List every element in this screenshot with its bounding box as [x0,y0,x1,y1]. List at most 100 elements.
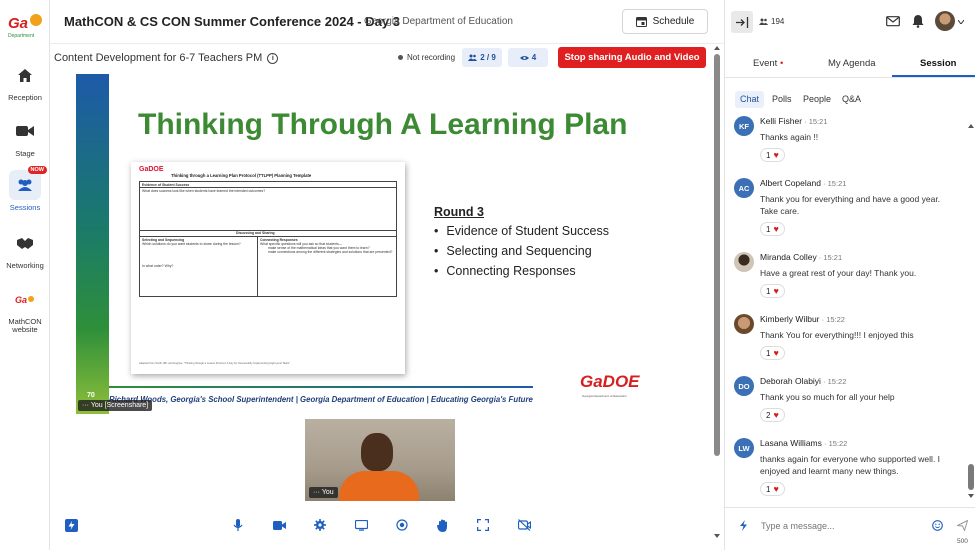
slide-footer-text: Richard Woods, Georgia's School Superint… [109,395,533,404]
subtab-people[interactable]: People [798,91,836,108]
collapse-panel-button[interactable] [731,11,753,33]
heart-reaction[interactable]: 2 ♥ [760,408,785,422]
heart-icon: ♥ [773,150,779,160]
gadoe-logo[interactable]: Ga Department [6,8,44,40]
presenter-body [339,471,419,501]
presenter-head [361,433,393,471]
subtab-chat[interactable]: Chat [735,91,765,108]
info-icon[interactable]: i [267,52,279,64]
doc-title: Thinking through a Learning Plan Protoco… [171,173,312,178]
avatar[interactable]: LW [734,438,754,458]
recording-status-text: Not recording [407,53,456,62]
message-time: 15:21 [823,253,843,262]
heart-reaction[interactable]: 1 ♥ [760,284,785,298]
nav-sessions[interactable]: NOW Sessions [0,166,50,212]
attendee-count-value: 194 [771,17,785,26]
heart-reaction[interactable]: 1 ♥ [760,222,785,236]
nav-reception[interactable]: Reception [0,60,50,102]
avatar[interactable]: DO [734,376,754,396]
doc-connect-bullet: make connections among the different str… [268,250,393,254]
raise-hand-icon[interactable] [435,518,449,532]
lightning-icon[interactable] [739,520,748,531]
avatar[interactable]: AC [734,178,754,198]
scroll-down-arrow-icon[interactable] [968,494,974,498]
eye-icon [519,55,529,60]
viewers-pill[interactable]: 4 [508,48,548,67]
app-window: Ga Department Reception Stage NOW Sessio… [0,0,975,550]
tab-session[interactable]: Session [920,58,956,69]
scroll-down-arrow-icon[interactable] [714,534,720,538]
camera-icon[interactable] [272,518,286,532]
doc-footnote: Adapted from Smith, Bill, and Hughes, "T… [139,362,291,365]
settings-gear-icon[interactable] [313,518,327,532]
heart-icon: ♥ [773,484,779,494]
record-dot-icon [398,55,403,60]
scroll-up-arrow-icon[interactable] [714,46,720,50]
mail-icon[interactable] [886,14,900,28]
author-name: Miranda Colley [760,252,817,262]
chat-message: AC Albert Copeland · 15:21 Thank you for… [725,174,965,242]
webcam-tile[interactable]: ··· You [305,419,455,501]
avatar[interactable] [734,252,754,272]
participants-pill[interactable]: 2 / 9 [462,48,502,67]
message-time: 15:22 [828,439,848,448]
media-toolbar [50,513,724,537]
unread-dot: • [779,58,784,69]
chat-message: KF Kelli Fisher · 15:21 Thanks again !! … [725,112,965,168]
chat-scrollbar-thumb[interactable] [968,464,974,490]
top-header: MathCON & CS CON Summer Conference 2024 … [50,0,724,44]
emoji-icon[interactable] [932,520,943,531]
tab-event[interactable]: Event • [753,58,783,69]
send-icon[interactable] [957,520,968,531]
lightning-icon[interactable] [64,518,78,532]
avatar[interactable]: KF [734,116,754,136]
doc-select-text: Which solutions do you want students to … [142,242,241,246]
screen-share-icon[interactable] [354,518,368,532]
nav-label: Reception [8,93,42,102]
message-text: Thank you for everything and have a good… [760,194,941,216]
microphone-icon[interactable] [231,518,245,532]
fullscreen-icon[interactable] [476,518,490,532]
chevron-down-icon[interactable] [958,20,964,24]
doc-table: Evidence of Student Success What does su… [139,181,397,297]
chat-scrollbar[interactable] [967,118,975,502]
doc-select-order: In what order? Why? [142,264,174,268]
notification-bell-icon[interactable] [911,14,925,28]
right-panel-header: 194 [725,0,975,44]
chat-messages[interactable]: KF Kelli Fisher · 15:21 Thanks again !! … [725,112,965,504]
main-scrollbar[interactable] [713,44,721,544]
video-off-icon[interactable] [517,518,531,532]
chat-message-input[interactable] [761,517,921,535]
nav-mathcon-website[interactable]: Ga MathCON website [0,284,50,334]
screenshare-slide: Thinking Through A Learning Plan GaDOE T… [76,74,713,414]
heart-reaction[interactable]: 1 ♥ [760,148,785,162]
stop-sharing-button[interactable]: Stop sharing Audio and Video [558,47,706,68]
message-text: Thanks again !! [760,132,819,142]
main-scrollbar-thumb[interactable] [714,54,720,456]
attendee-count[interactable]: 194 [759,17,784,26]
schedule-button[interactable]: Schedule [622,9,708,34]
record-icon[interactable] [395,518,409,532]
subtab-polls[interactable]: Polls [767,91,797,108]
nav-networking[interactable]: Networking [0,228,50,270]
group-icon: NOW [9,166,47,200]
author-name: Deborah Olabiyi [760,376,821,386]
avatar[interactable] [734,314,754,334]
nav-stage[interactable]: Stage [0,116,50,158]
bullet-item: Evidence of Student Success [434,224,609,238]
screenshare-tag[interactable]: ··· You [Screenshare] [78,400,153,411]
home-icon [9,60,41,90]
heart-reaction[interactable]: 1 ♥ [760,482,785,496]
left-navigation: Ga Department Reception Stage NOW Sessio… [0,0,50,550]
chat-message: Kimberly Wilbur · 15:22 Thank You for ev… [725,310,965,366]
svg-text:Ga: Ga [15,295,27,305]
webcam-tag[interactable]: ··· You [309,487,338,498]
now-badge: NOW [27,166,47,174]
subtab-qa[interactable]: Q&A [837,91,866,108]
tab-my-agenda[interactable]: My Agenda [828,58,876,69]
chat-message: Miranda Colley · 15:21 Have a great rest… [725,248,965,304]
heart-reaction[interactable]: 1 ♥ [760,346,785,360]
scroll-up-arrow-icon[interactable] [968,124,974,128]
user-avatar[interactable] [935,11,955,31]
planning-template-document: GaDOE Thinking through a Learning Plan P… [131,162,405,374]
